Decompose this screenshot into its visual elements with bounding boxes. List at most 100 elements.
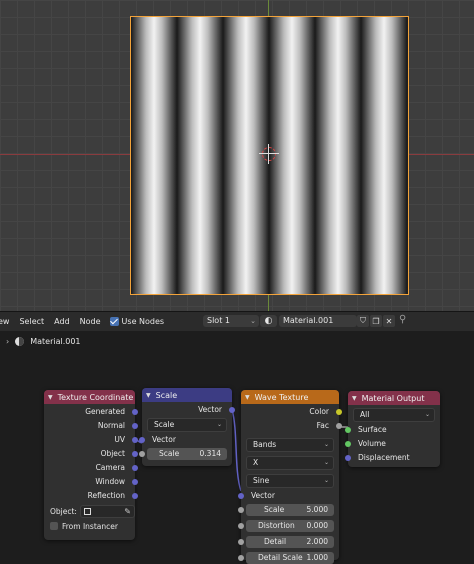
menu-select[interactable]: Select	[14, 317, 49, 326]
output-normal: Normal	[44, 419, 138, 433]
3d-cursor-icon[interactable]	[259, 144, 279, 164]
node-title: Wave Texture	[254, 392, 309, 402]
wave-texture-node[interactable]: ▼ Wave Texture Color Fac Bands ⌄ X ⌄ Sine ⌄…	[238, 390, 342, 564]
menu-view[interactable]: ew	[0, 317, 14, 326]
pin-icon[interactable]: ⚲	[399, 314, 406, 325]
eyedropper-icon[interactable]: ✎	[124, 506, 131, 517]
socket-scale-in[interactable]	[238, 507, 244, 513]
profile-dropdown[interactable]: Sine ⌄	[246, 474, 334, 488]
output-reflection: Reflection	[44, 489, 138, 503]
socket-camera[interactable]	[132, 465, 138, 471]
socket-object[interactable]	[132, 451, 138, 457]
input-surface: Surface	[345, 423, 440, 437]
socket-vector-in[interactable]	[139, 437, 145, 443]
object-field-row: Object: ✎	[44, 503, 135, 519]
menu-add[interactable]: Add	[49, 317, 75, 326]
shield-icon: ⛉	[360, 316, 366, 325]
chevron-down-icon: ⌄	[323, 441, 329, 448]
socket-window[interactable]	[132, 479, 138, 485]
duplicate-material-button[interactable]: ❐	[370, 315, 382, 327]
socket-generated[interactable]	[132, 409, 138, 415]
wave-type-dropdown[interactable]: Bands ⌄	[246, 438, 334, 452]
node-header[interactable]: ▼ Scale	[142, 388, 232, 402]
output-camera: Camera	[44, 461, 138, 475]
input-vector: Vector	[238, 489, 339, 503]
cube-icon	[83, 507, 91, 515]
input-volume: Volume	[345, 437, 440, 451]
use-nodes-label: Use Nodes	[121, 317, 165, 326]
slot-label: Slot 1	[207, 316, 230, 325]
socket-vector-out[interactable]	[229, 407, 235, 413]
slot-dropdown[interactable]: Slot 1 ⌄	[203, 315, 259, 327]
socket-surface-in[interactable]	[345, 427, 351, 433]
chevron-down-icon: ⌄	[250, 317, 256, 325]
output-object: Object	[44, 447, 138, 461]
output-color: Color	[241, 405, 342, 419]
from-instancer-checkbox[interactable]	[50, 522, 58, 530]
object-label: Object:	[50, 506, 77, 516]
param-detail-field[interactable]: Detail 2.000	[238, 536, 334, 548]
socket-detail-in[interactable]	[238, 539, 244, 545]
param-distortion-field[interactable]: Distortion 0.000	[238, 520, 334, 532]
output-generated: Generated	[44, 405, 138, 419]
close-icon: ✕	[385, 316, 393, 326]
collapse-arrow-icon[interactable]: ▼	[48, 394, 53, 401]
material-output-node[interactable]: ▼ Material Output All ⌄ Surface Volume Di…	[345, 391, 440, 467]
output-fac: Fac	[241, 419, 342, 433]
copy-icon: ❐	[372, 316, 380, 326]
material-sphere-icon: ◐	[264, 316, 273, 326]
breadcrumb-material: Material.001	[30, 337, 81, 346]
chevron-right-icon[interactable]: ›	[6, 337, 9, 346]
scale-node[interactable]: ▼ Scale Vector Scale ⌄ Vector Scale 0.314	[139, 388, 235, 466]
output-uv: UV	[44, 433, 138, 447]
socket-detail-scale-in[interactable]	[238, 555, 244, 561]
socket-distortion-in[interactable]	[238, 523, 244, 529]
browse-material-button[interactable]: ◐	[260, 315, 277, 327]
node-header[interactable]: ▼ Wave Texture	[241, 390, 339, 404]
link-vector-to-wave	[231, 409, 242, 492]
node-header[interactable]: ▼ Material Output	[348, 391, 440, 405]
node-editor-header: ew Select Add Node Use Nodes Slot 1 ⌄ ◐ …	[0, 311, 474, 331]
collapse-arrow-icon[interactable]: ▼	[352, 395, 357, 402]
socket-color-out[interactable]	[336, 409, 342, 415]
from-instancer-row[interactable]: From Instancer	[44, 519, 135, 533]
material-icon	[15, 337, 25, 346]
socket-displacement-in[interactable]	[345, 455, 351, 461]
fake-user-button[interactable]: ⛉	[357, 315, 369, 327]
chevron-down-icon: ⌄	[216, 421, 222, 428]
texture-coordinate-node[interactable]: ▼ Texture Coordinate Generated Normal UV…	[44, 390, 138, 540]
menu-node[interactable]: Node	[75, 317, 106, 326]
direction-dropdown[interactable]: X ⌄	[246, 456, 334, 470]
chevron-down-icon: ⌄	[424, 411, 430, 418]
material-name-field[interactable]: Material.001	[279, 315, 357, 327]
node-title: Material Output	[361, 393, 425, 403]
3d-viewport[interactable]	[0, 0, 474, 311]
node-title: Scale	[155, 390, 178, 400]
use-nodes-toggle[interactable]: Use Nodes	[109, 317, 165, 326]
target-dropdown[interactable]: All ⌄	[353, 408, 435, 422]
scale-value-field[interactable]: Scale 0.314	[139, 448, 227, 460]
param-detail-scale-field[interactable]: Detail Scale 1.000	[238, 552, 334, 564]
socket-fac-out[interactable]	[336, 423, 342, 429]
breadcrumb: › Material.001	[6, 337, 81, 346]
collapse-arrow-icon[interactable]: ▼	[245, 394, 250, 401]
node-header[interactable]: ▼ Texture Coordinate	[44, 390, 135, 404]
chevron-down-icon: ⌄	[323, 477, 329, 484]
operation-dropdown[interactable]: Scale ⌄	[147, 418, 227, 432]
use-nodes-checkbox[interactable]	[109, 317, 119, 326]
socket-vector-in[interactable]	[238, 493, 244, 499]
node-title: Texture Coordinate	[57, 392, 134, 402]
from-instancer-label: From Instancer	[62, 521, 118, 531]
chevron-down-icon: ⌄	[323, 459, 329, 466]
output-window: Window	[44, 475, 138, 489]
socket-scale-in[interactable]	[139, 451, 145, 457]
object-picker[interactable]: ✎	[79, 504, 135, 518]
socket-reflection[interactable]	[132, 493, 138, 499]
collapse-arrow-icon[interactable]: ▼	[146, 392, 151, 399]
socket-volume-in[interactable]	[345, 441, 351, 447]
socket-normal[interactable]	[132, 423, 138, 429]
param-scale-field[interactable]: Scale 5.000	[238, 504, 334, 516]
socket-uv[interactable]	[132, 437, 138, 443]
input-displacement: Displacement	[345, 451, 440, 465]
unlink-material-button[interactable]: ✕	[383, 315, 395, 327]
